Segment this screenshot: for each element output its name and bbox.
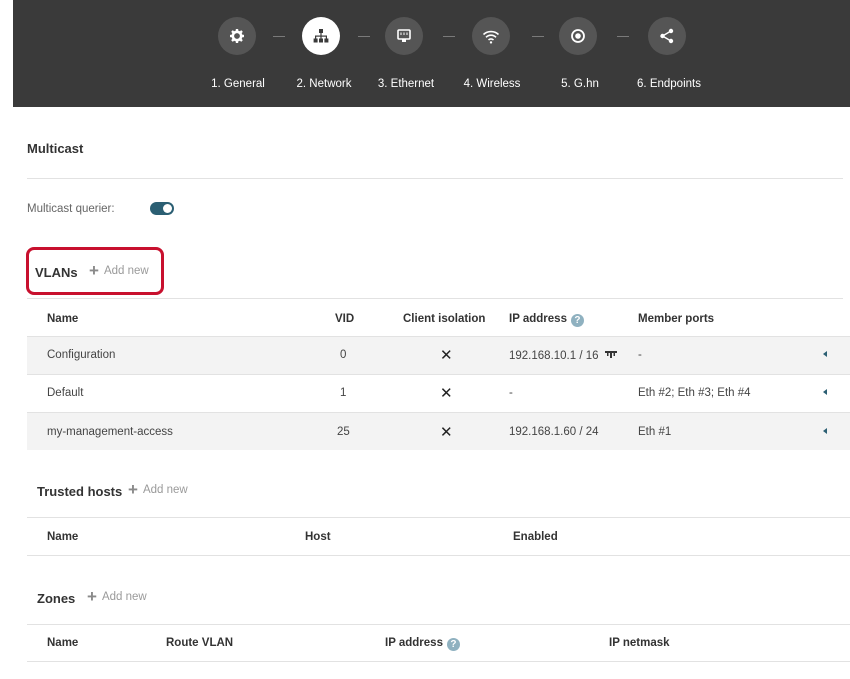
trusted-hosts-col-name[interactable]: Name [47,531,78,543]
step-connector [273,36,285,37]
step-wireless-button[interactable] [472,17,510,55]
vlans-col-name[interactable]: Name [47,313,78,325]
multicast-section-title: Multicast [27,141,84,156]
zones-col-ip-address-label: IP address [385,637,443,649]
plus-icon: + [128,480,138,499]
step-connector [443,36,455,37]
divider [27,555,850,556]
step-label-general[interactable]: 1. General [211,78,265,90]
gear-icon [230,29,244,43]
step-label-endpoints[interactable]: 6. Endpoints [637,78,701,90]
step-label-network[interactable]: 2. Network [297,78,352,90]
x-icon: ✕ [440,385,453,402]
trusted-hosts-add-new-button[interactable]: + Add new [128,480,188,499]
divider [27,517,850,518]
step-network-button[interactable] [302,17,340,55]
toggle-knob [163,204,172,213]
expand-row-arrow-icon[interactable] [823,351,827,357]
vlan-name-cell: Default [47,387,84,399]
step-ghn-button[interactable] [559,17,597,55]
vlan-name-cell: Configuration [47,349,116,361]
plus-icon: + [87,587,97,606]
network-icon [313,29,329,43]
vlan-ip-cell: 192.168.1.60 / 24 [509,426,599,438]
help-icon[interactable]: ? [570,314,584,327]
vlan-ip-value: 192.168.10.1 / 16 [509,350,599,362]
divider [27,298,843,299]
trusted-hosts-col-host[interactable]: Host [305,531,331,543]
vlan-vid-cell: 0 [340,349,347,361]
zones-col-ip-address[interactable]: IP address? [385,637,460,651]
step-general-button[interactable] [218,17,256,55]
zones-add-new-button[interactable]: + Add new [87,587,147,606]
trusted-hosts-section-title: Trusted hosts [37,484,123,499]
vlans-col-ip-address-label: IP address [509,313,567,325]
vlan-ip-cell: - [509,387,513,399]
zones-add-new-label: Add new [101,591,147,603]
step-connector [617,36,629,37]
multicast-querier-toggle[interactable] [150,202,174,215]
vlans-col-client-isolation[interactable]: Client isolation [403,313,485,325]
trusted-hosts-add-new-label: Add new [142,484,188,496]
multicast-querier-label: Multicast querier: [27,203,115,215]
zones-col-route-vlan[interactable]: Route VLAN [166,637,233,649]
network-port-icon [604,351,617,358]
vlans-col-ip-address[interactable]: IP address? [509,313,584,327]
vlan-members-cell: - [638,349,642,361]
table-row[interactable] [27,337,850,374]
help-icon[interactable]: ? [446,638,460,651]
divider [27,374,850,375]
wifi-icon [482,30,500,44]
vlan-members-cell: Eth #1 [638,426,672,438]
vlans-col-vid[interactable]: VID [335,313,354,325]
share-icon [660,28,674,44]
ethernet-port-icon [397,28,411,42]
vlan-name-cell: my-management-access [47,426,173,438]
vlan-vid-cell: 25 [337,426,350,438]
divider [27,624,850,625]
x-icon: ✕ [440,347,453,364]
divider [27,661,850,662]
vlan-vid-cell: 1 [340,387,347,399]
vlans-col-member-ports[interactable]: Member ports [638,313,714,325]
zones-col-ip-netmask[interactable]: IP netmask [609,637,670,649]
expand-row-arrow-icon[interactable] [823,428,827,434]
expand-row-arrow-icon[interactable] [823,389,827,395]
highlight-annotation-box [26,247,164,295]
trusted-hosts-col-enabled[interactable]: Enabled [513,531,558,543]
step-label-ethernet[interactable]: 3. Ethernet [378,78,434,90]
divider [27,178,843,179]
setup-wizard-stepper: 1. General 2. Network 3. Ethernet 4. Wir… [13,0,850,107]
zones-col-name[interactable]: Name [47,637,78,649]
step-connector [358,36,370,37]
zones-section-title: Zones [37,591,76,606]
step-ethernet-button[interactable] [385,17,423,55]
step-label-wireless[interactable]: 4. Wireless [464,78,521,90]
step-label-ghn[interactable]: 5. G.hn [561,78,599,90]
vlan-members-cell: Eth #2; Eth #3; Eth #4 [638,387,751,399]
x-icon: ✕ [440,424,453,441]
record-icon [571,29,585,43]
vlan-ip-cell: 192.168.10.1 / 16 [509,349,617,362]
step-connector [532,36,544,37]
step-endpoints-button[interactable] [648,17,686,55]
